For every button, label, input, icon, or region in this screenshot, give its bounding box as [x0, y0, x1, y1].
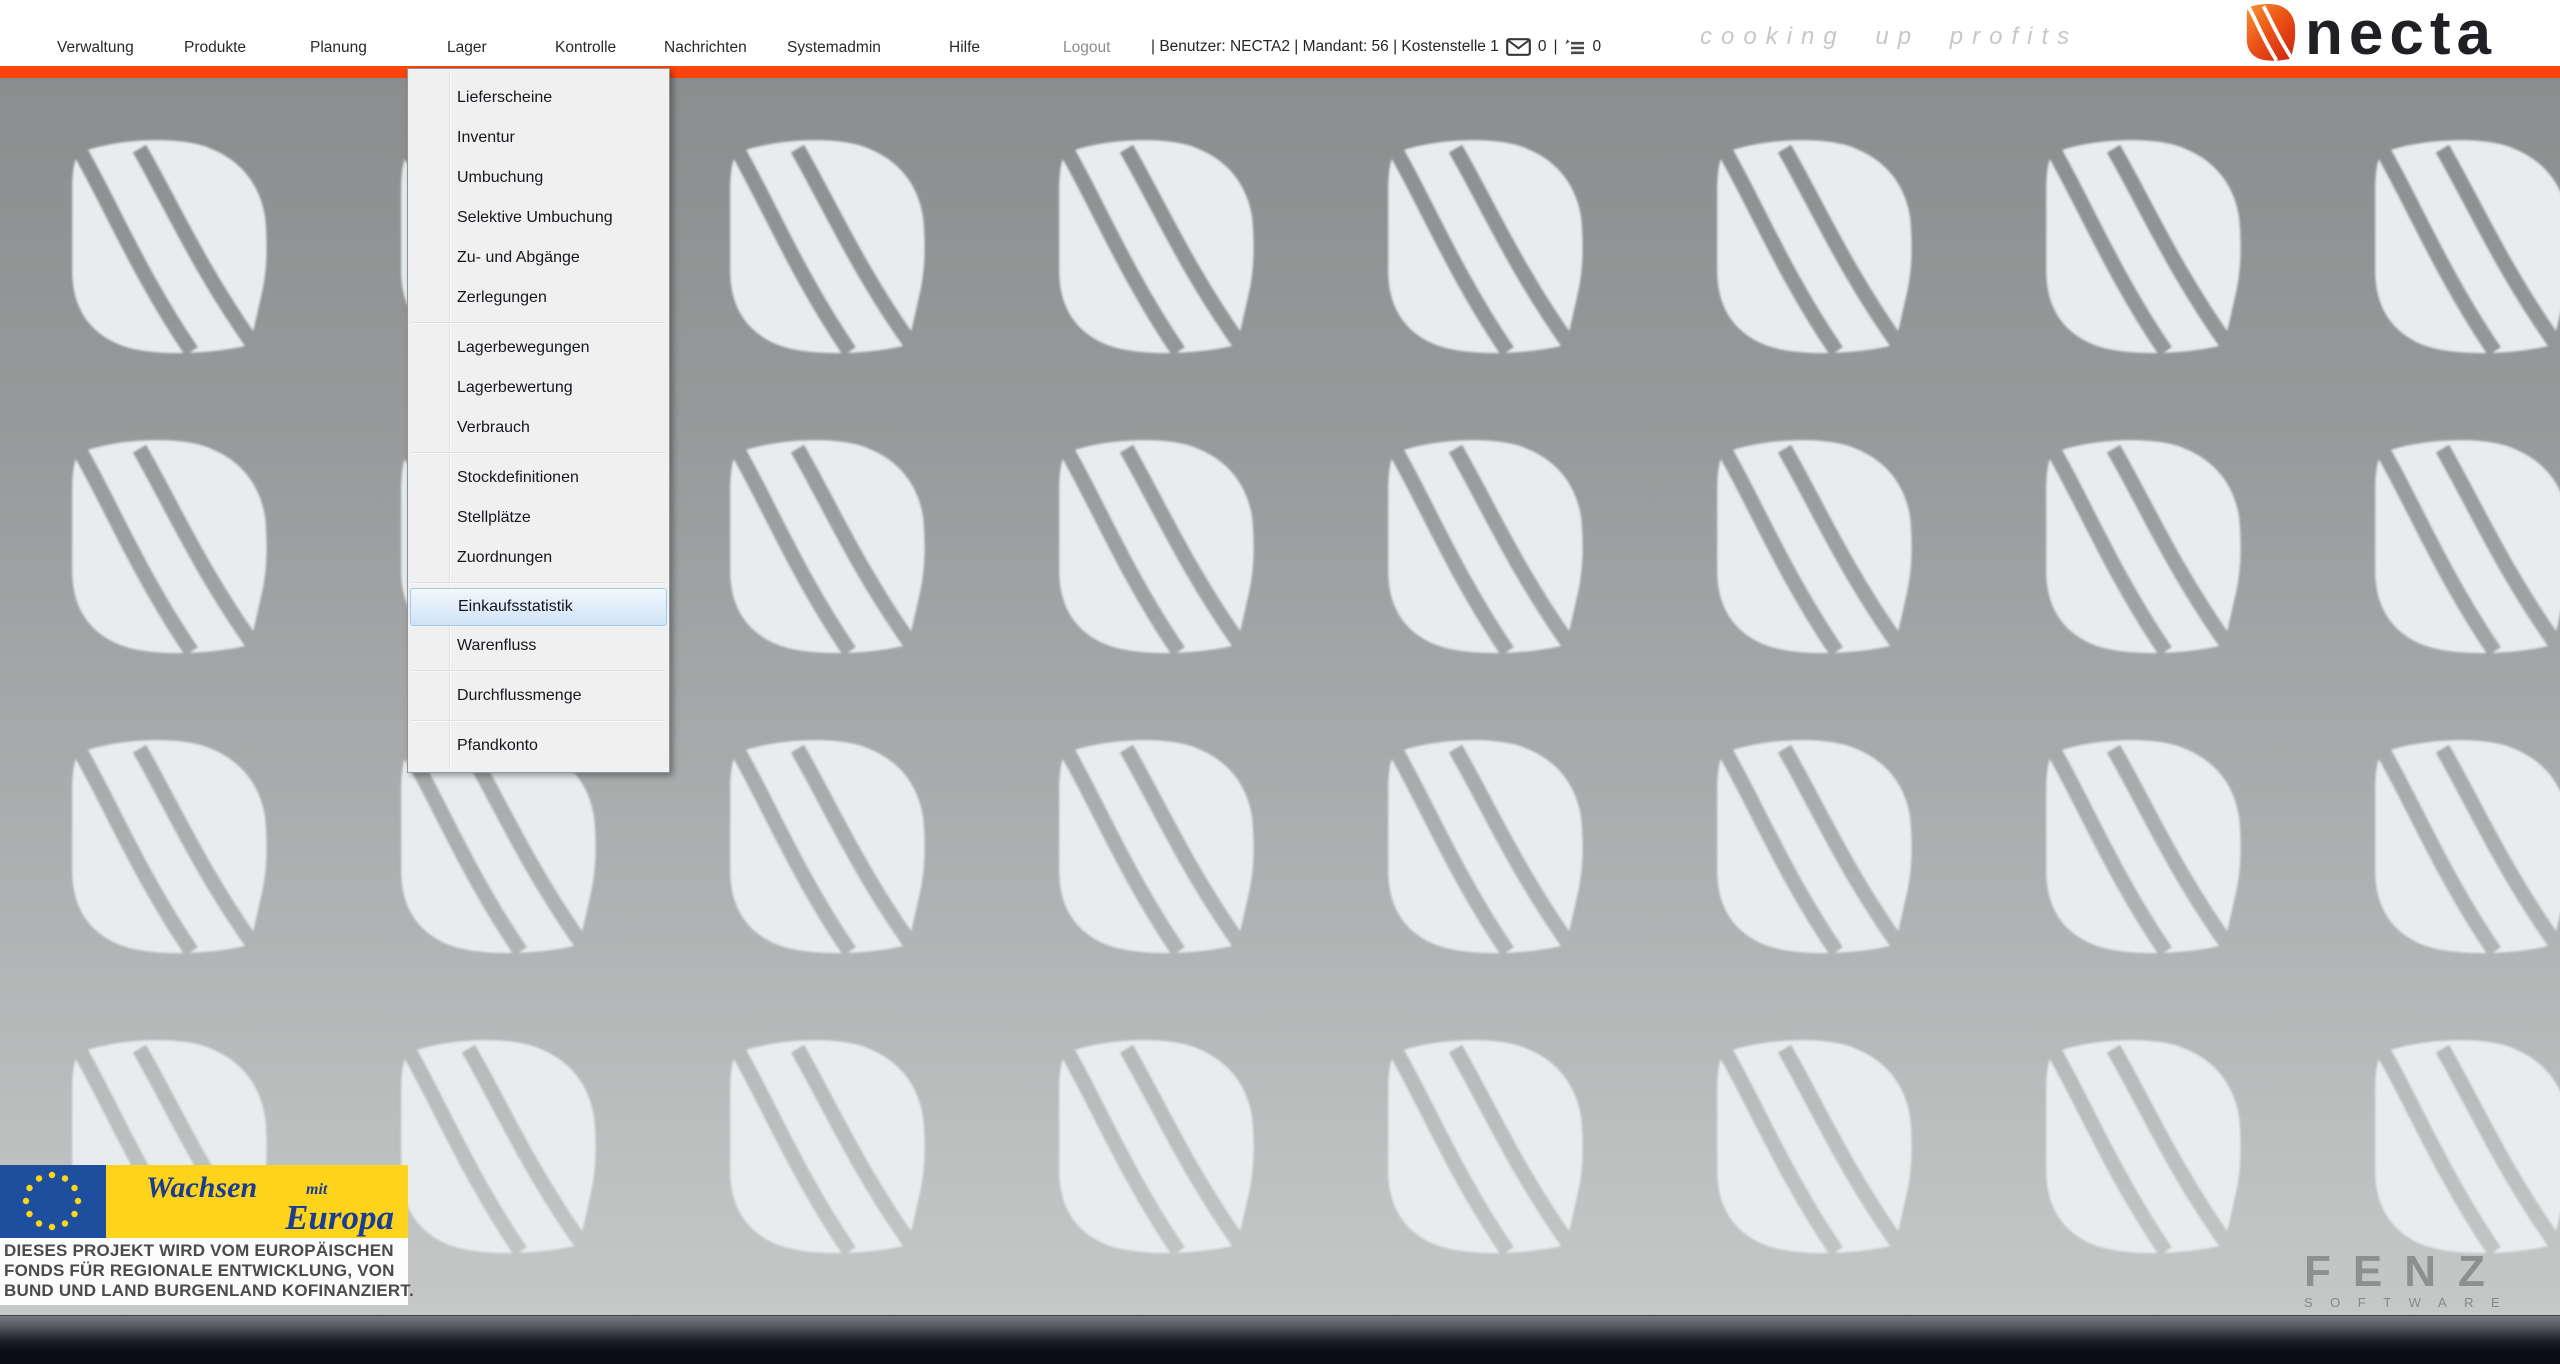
dropdown-item-einkaufsstatistik[interactable]: Einkaufsstatistik [410, 588, 667, 626]
necta-leaf-icon [2243, 4, 2297, 62]
eu-banner-heading: Wachsen mit Europa [106, 1165, 408, 1238]
necta-leaf-watermark [2360, 140, 2560, 358]
task-list-icon[interactable] [1564, 38, 1585, 57]
brand-tagline: cooking up profits [1700, 23, 2078, 51]
dropdown-item-selektive-umbuchung[interactable]: Selektive Umbuchung [408, 198, 669, 238]
dropdown-item-stellpl-tze[interactable]: Stellplätze [408, 498, 669, 538]
brand-wordmark: necta [2305, 5, 2497, 63]
application-window: Wachsen mit Europa DIESES PROJEKT WIRD V… [0, 0, 2560, 1364]
eu-heading-europa: Europa [285, 1198, 394, 1238]
eu-banner-top: Wachsen mit Europa [0, 1165, 408, 1238]
necta-leaf-watermark [1702, 740, 1919, 958]
necta-leaf-watermark [2031, 440, 2248, 658]
top-menu-item-nachrichten[interactable]: Nachrichten [664, 39, 747, 57]
necta-leaf-watermark [2360, 1040, 2560, 1258]
necta-leaf-watermark [715, 740, 932, 958]
necta-leaf-watermark [2360, 440, 2560, 658]
eu-heading-wachsen: Wachsen [146, 1171, 257, 1205]
necta-leaf-watermark [1044, 440, 1261, 658]
necta-leaf-watermark [715, 1040, 932, 1258]
necta-leaf-watermark [386, 1040, 603, 1258]
dropdown-item-lagerbewegungen[interactable]: Lagerbewegungen [408, 328, 669, 368]
top-menu-item-kontrolle[interactable]: Kontrolle [555, 39, 616, 57]
eu-funding-caption: DIESES PROJEKT WIRD VOM EUROPÄISCHENFOND… [0, 1238, 408, 1305]
task-count[interactable]: 0 [1592, 38, 1601, 56]
dropdown-item-inventur[interactable]: Inventur [408, 118, 669, 158]
eu-funding-banner: Wachsen mit Europa DIESES PROJEKT WIRD V… [0, 1165, 408, 1305]
eu-stars [0, 1165, 106, 1238]
menu-separator [411, 670, 666, 672]
fenz-subtitle: SOFTWARE [2304, 1295, 2517, 1310]
dropdown-item-zu-und-abg-nge[interactable]: Zu- und Abgänge [408, 238, 669, 278]
eu-flag [0, 1165, 106, 1238]
dropdown-item-umbuchung[interactable]: Umbuchung [408, 158, 669, 198]
top-menu-item-hilfe[interactable]: Hilfe [949, 39, 980, 57]
necta-leaf-watermark [715, 140, 932, 358]
dropdown-item-zuordnungen[interactable]: Zuordnungen [408, 538, 669, 578]
necta-leaf-watermark [1702, 440, 1919, 658]
dropdown-item-lagerbewertung[interactable]: Lagerbewertung [408, 368, 669, 408]
logout-link[interactable]: Logout [1063, 39, 1110, 57]
menu-separator [411, 452, 666, 454]
necta-leaf-watermark [715, 440, 932, 658]
eu-caption-line: FONDS FÜR REGIONALE ENTWICKLUNG, VON [4, 1261, 405, 1281]
necta-leaf-watermark [1044, 740, 1261, 958]
mail-count[interactable]: 0 [1538, 38, 1547, 56]
necta-leaf-watermark [1702, 1040, 1919, 1258]
necta-leaf-watermark [2360, 740, 2560, 958]
necta-leaf-watermark [1373, 740, 1590, 958]
top-menu-item-produkte[interactable]: Produkte [184, 39, 246, 57]
necta-leaf-watermark [57, 440, 274, 658]
top-menu-item-lager[interactable]: Lager [447, 39, 487, 57]
necta-leaf-watermark [1373, 140, 1590, 358]
session-info: | Benutzer: NECTA2 | Mandant: 56 | Koste… [1151, 35, 1601, 59]
necta-leaf-watermark [2031, 740, 2248, 958]
dropdown-item-stockdefinitionen[interactable]: Stockdefinitionen [408, 458, 669, 498]
necta-leaf-watermark [1702, 140, 1919, 358]
eu-heading-mit: mit [306, 1181, 327, 1199]
wallpaper [0, 78, 2560, 1315]
bottom-status-bar [0, 1315, 2560, 1364]
accent-divider [0, 66, 2560, 78]
dropdown-item-warenfluss[interactable]: Warenfluss [408, 626, 669, 666]
lager-dropdown-menu: LieferscheineInventurUmbuchungSelektive … [407, 68, 670, 773]
necta-leaf-watermark [1044, 140, 1261, 358]
mail-icon[interactable] [1506, 38, 1531, 56]
eu-caption-line: BUND UND LAND BURGENLAND KOFINANZIERT. [4, 1281, 405, 1301]
separator-pipe: | [1553, 38, 1557, 56]
necta-leaf-watermark [1373, 440, 1590, 658]
necta-leaf-watermark [2031, 140, 2248, 358]
menu-separator [411, 720, 666, 722]
user-info-text: | Benutzer: NECTA2 | Mandant: 56 | Koste… [1151, 38, 1499, 56]
menu-separator [411, 582, 666, 584]
top-menu-item-planung[interactable]: Planung [310, 39, 367, 57]
dropdown-item-lieferscheine[interactable]: Lieferscheine [408, 78, 669, 118]
top-bar: Verwaltung Produkte Planung Lager Kontrolle N… [0, 0, 2560, 66]
dropdown-item-verbrauch[interactable]: Verbrauch [408, 408, 669, 448]
necta-leaf-watermark [1373, 1040, 1590, 1258]
necta-leaf-watermark [57, 740, 274, 958]
eu-caption-line: DIESES PROJEKT WIRD VOM EUROPÄISCHEN [4, 1241, 405, 1261]
fenz-name: FENZ [2304, 1250, 2517, 1294]
necta-leaf-watermark [2031, 1040, 2248, 1258]
necta-logo: necta [2243, 4, 2497, 63]
dropdown-item-zerlegungen[interactable]: Zerlegungen [408, 278, 669, 318]
top-menu-item-verwaltung[interactable]: Verwaltung [57, 39, 134, 57]
menu-separator [411, 322, 666, 324]
top-menu-item-systemadmin[interactable]: Systemadmin [787, 39, 881, 57]
necta-leaf-watermark [1044, 1040, 1261, 1258]
fenz-software-watermark: FENZ SOFTWARE [2304, 1250, 2517, 1310]
necta-leaf-watermark [57, 140, 274, 358]
dropdown-item-durchflussmenge[interactable]: Durchflussmenge [408, 676, 669, 716]
dropdown-item-pfandkonto[interactable]: Pfandkonto [408, 726, 669, 766]
